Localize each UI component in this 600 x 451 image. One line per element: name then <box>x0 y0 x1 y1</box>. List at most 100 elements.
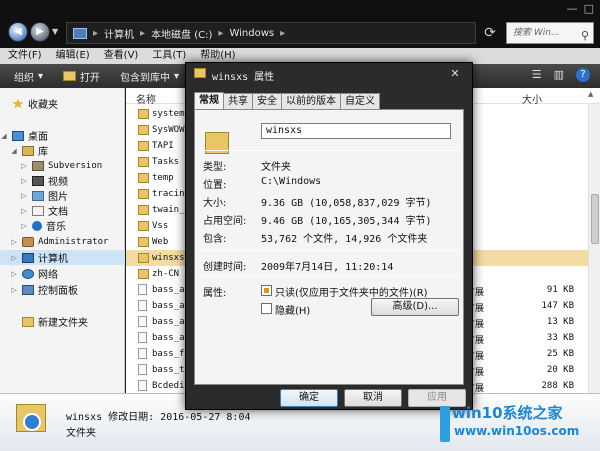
breadcrumb-windows[interactable]: Windows <box>229 28 274 39</box>
advanced-button[interactable]: 高级(D)... <box>371 298 459 316</box>
include-in-library-button[interactable]: 包含到库中 ▾ <box>120 69 179 84</box>
file-name: bass_t <box>152 365 185 375</box>
title-bar: — □ ◀ ▶ ▼ ▸ 计算机 ▸ 本地磁盘 (C:) ▸ Windows ▸ … <box>0 0 600 48</box>
maximize-icon[interactable]: □ <box>584 2 594 15</box>
tab-customize[interactable]: 自定义 <box>340 93 380 109</box>
size-label: 大小: <box>203 198 227 209</box>
menu-edit[interactable]: 编辑(E) <box>56 48 90 64</box>
created-value: 2009年7月14日, 11:20:14 <box>261 262 394 273</box>
chevron-up-icon[interactable]: ▲ <box>588 90 598 100</box>
nav-new-folder[interactable]: 新建文件夹 <box>0 314 125 329</box>
nav-documents[interactable]: ▷ 文档 <box>0 203 125 218</box>
dialog-title-bar[interactable]: winsxs 属性 ✕ <box>186 63 472 85</box>
ok-button[interactable]: 确定 <box>280 389 338 407</box>
collapse-icon[interactable]: ◢ <box>0 132 8 140</box>
view-options-icon[interactable]: ☰ <box>532 68 542 82</box>
location-label: 位置: <box>203 180 227 191</box>
readonly-label[interactable]: 只读(仅应用于文件夹中的文件)(R) <box>275 284 428 299</box>
nav-favorites[interactable]: 收藏夹 <box>0 96 125 111</box>
menu-file[interactable]: 文件(F) <box>8 48 42 64</box>
column-name[interactable]: 名称 <box>136 91 156 106</box>
file-name: Tasks <box>152 157 180 167</box>
file-name: winsxs <box>152 253 185 263</box>
type-label: 类型: <box>203 162 227 173</box>
collapse-icon[interactable]: ◢ <box>10 147 18 155</box>
navigation-pane: 收藏夹 ◢ 桌面 ◢ 库 ▷ Subversion ▷ 视频 ▷ 图片 ▷ 文档 ▷ 音乐 ▷… <box>0 88 125 393</box>
file-name: twain_ <box>152 205 185 215</box>
minimize-icon[interactable]: — <box>567 2 578 15</box>
menu-tools[interactable]: 工具(T) <box>152 48 186 64</box>
file-name: tracin <box>152 189 185 199</box>
tab-general[interactable]: 常规 <box>194 92 224 109</box>
preview-pane-icon[interactable]: ▥ <box>554 68 564 82</box>
breadcrumb-drive-c[interactable]: 本地磁盘 (C:) <box>151 26 212 41</box>
tab-sharing[interactable]: 共享 <box>223 93 253 109</box>
file-icon <box>138 316 147 327</box>
file-name: Web <box>152 237 169 247</box>
file-size: 25 KB <box>546 349 574 359</box>
nav-computer[interactable]: ▷ 计算机 <box>0 250 125 265</box>
control-panel-icon <box>22 284 34 295</box>
window-controls: — □ <box>567 2 594 15</box>
network-icon <box>22 268 34 279</box>
help-icon[interactable]: ? <box>576 68 590 82</box>
folder-icon <box>63 71 77 81</box>
file-size: 13 KB <box>546 317 574 327</box>
nav-desktop[interactable]: ◢ 桌面 <box>0 128 125 143</box>
music-icon <box>32 220 42 231</box>
close-icon[interactable]: ✕ <box>444 67 466 81</box>
tab-security[interactable]: 安全 <box>252 93 282 109</box>
folder-name-field[interactable]: winsxs <box>261 123 451 139</box>
recent-pages-dropdown[interactable]: ▼ <box>52 27 58 36</box>
file-size: 20 KB <box>546 365 574 375</box>
location-value: C:\Windows <box>261 176 322 187</box>
vertical-scrollbar[interactable] <box>588 104 600 393</box>
search-input[interactable]: 搜索 Win... ⚲ <box>506 22 594 44</box>
file-name: system <box>152 109 185 119</box>
folder-icon <box>138 253 149 263</box>
size-on-disk-label: 占用空间: <box>203 216 247 227</box>
nav-subversion[interactable]: ▷ Subversion <box>0 158 125 173</box>
readonly-checkbox[interactable] <box>261 285 272 296</box>
address-bar[interactable]: ▸ 计算机 ▸ 本地磁盘 (C:) ▸ Windows ▸ <box>66 22 476 44</box>
file-name: SysWOW <box>152 125 185 135</box>
hidden-label[interactable]: 隐藏(H) <box>275 302 310 317</box>
nav-videos[interactable]: ▷ 视频 <box>0 173 125 188</box>
nav-pictures[interactable]: ▷ 图片 <box>0 188 125 203</box>
file-icon <box>138 348 147 359</box>
menu-view[interactable]: 查看(V) <box>104 48 139 64</box>
scrollbar-thumb[interactable] <box>591 194 599 244</box>
file-size: 288 KB <box>541 381 574 391</box>
folder-icon <box>138 173 149 183</box>
back-button[interactable]: ◀ <box>8 22 28 42</box>
folder-icon <box>16 404 46 432</box>
properties-dialog: winsxs 属性 ✕ 常规 共享 安全 以前的版本 自定义 winsxs 类型… <box>185 62 473 410</box>
open-button[interactable]: 打开 <box>63 69 100 84</box>
hidden-checkbox[interactable] <box>261 303 272 314</box>
refresh-icon[interactable]: ⟳ <box>480 23 500 43</box>
file-name: bass_a <box>152 317 185 327</box>
contains-value: 53,762 个文件, 14,926 个文件夹 <box>261 234 428 245</box>
nav-music[interactable]: ▷ 音乐 <box>0 218 125 233</box>
nav-control-panel[interactable]: ▷ 控制面板 <box>0 282 125 297</box>
search-placeholder: 搜索 Win... <box>513 28 560 38</box>
column-size[interactable]: 大小 <box>522 91 542 106</box>
tab-previous-versions[interactable]: 以前的版本 <box>281 93 341 109</box>
subversion-icon <box>32 160 44 171</box>
folder-icon <box>138 189 149 199</box>
picture-icon <box>32 190 44 201</box>
forward-button[interactable]: ▶ <box>30 22 50 42</box>
library-icon <box>22 145 34 156</box>
nav-network[interactable]: ▷ 网络 <box>0 266 125 281</box>
breadcrumb-computer[interactable]: 计算机 <box>104 26 134 41</box>
organize-button[interactable]: 组织 ▾ <box>14 69 43 84</box>
document-icon <box>32 205 44 216</box>
watermark-title: win10系统之家 <box>452 404 563 422</box>
file-size: 147 KB <box>541 301 574 311</box>
nav-libraries[interactable]: ◢ 库 <box>0 143 125 158</box>
divider <box>201 276 457 277</box>
cancel-button[interactable]: 取消 <box>344 389 402 407</box>
chevron-down-icon: ▾ <box>38 70 44 82</box>
nav-administrator[interactable]: ▷ Administrator <box>0 234 125 249</box>
folder-icon <box>138 205 149 215</box>
